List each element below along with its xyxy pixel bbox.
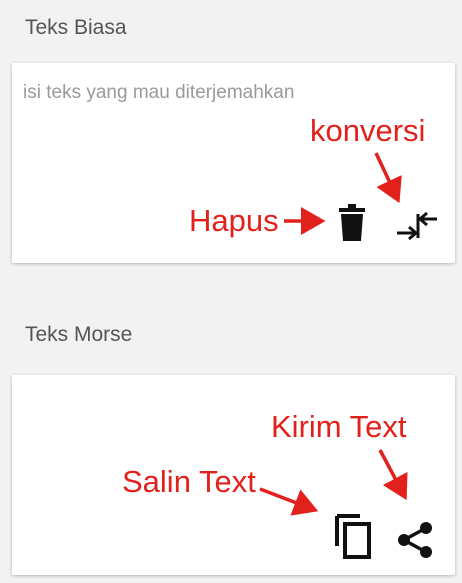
trash-icon[interactable]	[338, 204, 366, 242]
plain-text-input[interactable]: isi teks yang mau diterjemahkan	[23, 82, 294, 104]
annotation-share: Kirim Text	[271, 409, 407, 444]
share-icon[interactable]	[396, 521, 434, 559]
annotation-copy: Salin Text	[122, 464, 256, 499]
morse-text-label: Teks Morse	[25, 323, 133, 346]
copy-icon[interactable]	[334, 512, 372, 560]
annotation-convert: konversi	[310, 113, 426, 148]
convert-arrows-icon[interactable]	[395, 208, 439, 242]
annotation-delete: Hapus	[189, 203, 279, 238]
plain-text-label: Teks Biasa	[25, 16, 127, 39]
